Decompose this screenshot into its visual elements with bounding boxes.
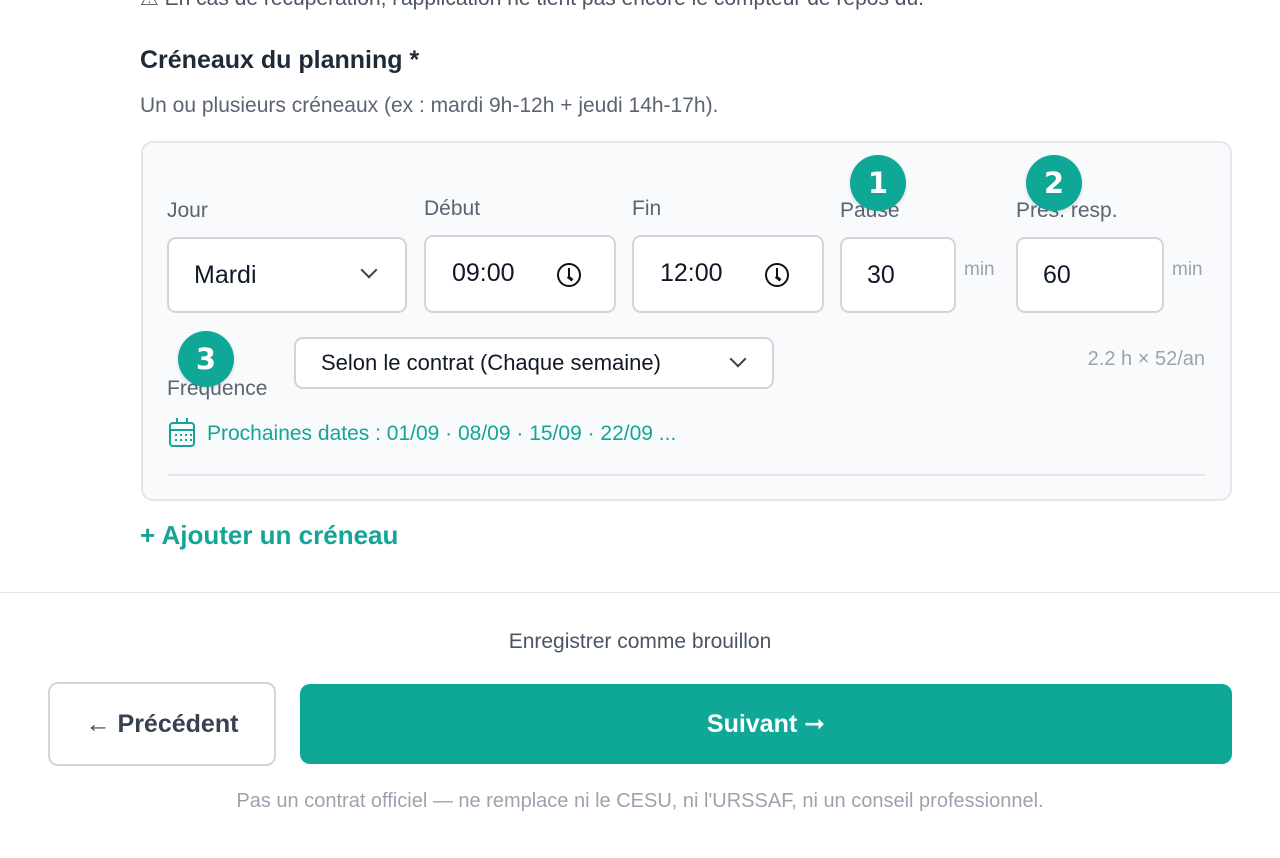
start-time-input[interactable]: 09:00 xyxy=(424,235,616,313)
previous-button[interactable]: ← Précédent xyxy=(48,682,276,766)
pause-value: 30 xyxy=(867,261,895,289)
chevron-down-icon xyxy=(360,261,378,279)
next-dates-text: Prochaines dates : 01/09 · 08/09 · 15/09… xyxy=(207,422,677,445)
step-badge-3: 3 xyxy=(178,331,234,387)
resp-value: 60 xyxy=(1043,261,1071,289)
warning-note: ⚠ En cas de récupération, l'application … xyxy=(140,0,924,11)
pause-unit: min xyxy=(964,259,995,280)
day-label: Jour xyxy=(167,199,208,222)
save-draft-button[interactable]: Enregistrer comme brouillon xyxy=(0,630,1280,654)
day-select[interactable]: Mardi xyxy=(167,237,407,313)
start-label: Début xyxy=(424,197,481,220)
end-time-input[interactable]: 12:00 xyxy=(632,235,824,313)
add-slot-link[interactable]: + Ajouter un créneau xyxy=(140,520,398,551)
disclaimer: Pas un contrat officiel — ne remplace ni… xyxy=(236,790,1044,812)
next-dates: Prochaines dates : 01/09 · 08/09 · 15/09… xyxy=(169,417,677,449)
frequency-value: Selon le contrat (Chaque semaine) xyxy=(321,350,661,375)
footer-divider xyxy=(0,592,1280,593)
start-time-value: 09:00 xyxy=(452,259,515,287)
clock-icon[interactable] xyxy=(765,263,789,287)
calendar-icon xyxy=(169,417,195,447)
section-help: Un ou plusieurs créneaux (ex : mardi 9h-… xyxy=(140,94,719,117)
end-label: Fin xyxy=(632,197,662,220)
day-value: Mardi xyxy=(194,261,257,289)
frequency-summary: 2.2 h × 52/an xyxy=(1087,348,1205,370)
step-badge-2: 2 xyxy=(1026,155,1082,211)
resp-unit: min xyxy=(1172,259,1203,280)
pause-input[interactable]: 30 xyxy=(840,237,956,313)
chevron-down-icon xyxy=(729,350,747,368)
resp-input[interactable]: 60 xyxy=(1016,237,1164,313)
frequency-select[interactable]: Selon le contrat (Chaque semaine) xyxy=(294,337,774,389)
step-badge-1: 1 xyxy=(850,155,906,211)
next-button[interactable]: Suivant ➞ xyxy=(300,684,1232,764)
slot-divider xyxy=(168,474,1205,476)
end-time-value: 12:00 xyxy=(660,259,723,287)
section-title: Créneaux du planning * xyxy=(140,46,420,74)
clock-icon[interactable] xyxy=(557,263,581,287)
